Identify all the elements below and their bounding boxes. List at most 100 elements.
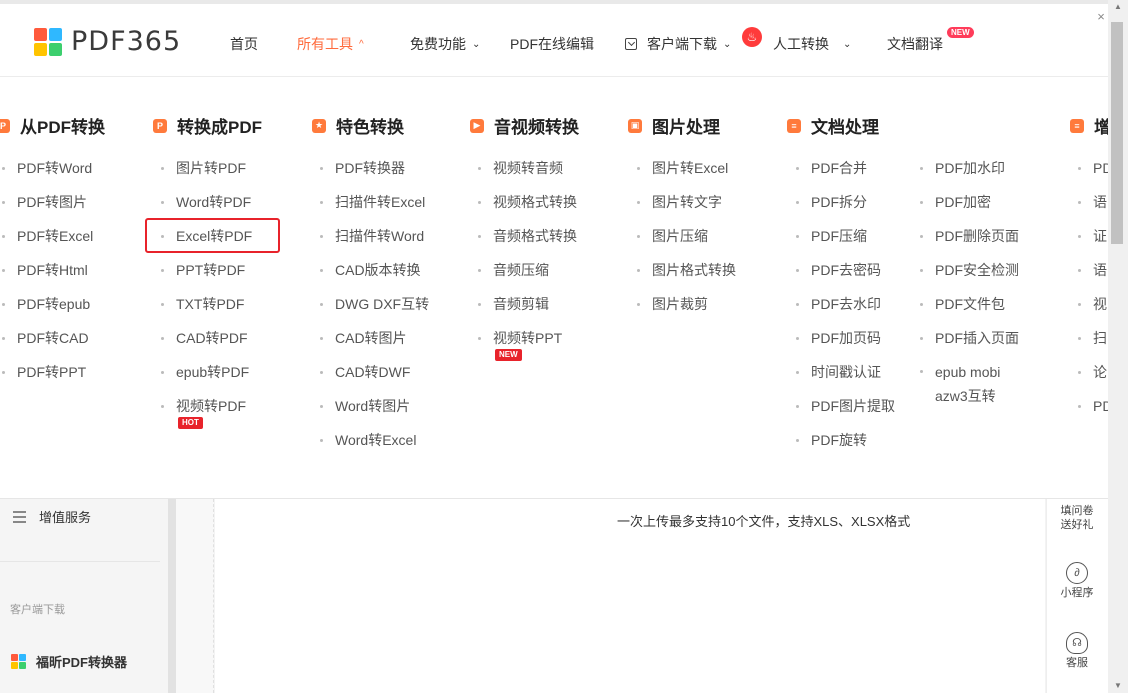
menu-item-pdf-to-epub[interactable]: PDF转epub xyxy=(1,293,93,327)
nav-free-features-label: 免费功能 xyxy=(410,36,466,52)
menu-item-pdf-encrypt[interactable]: PDF加密 xyxy=(920,191,1027,225)
menu-item-pdf-to-word[interactable]: PDF转Word xyxy=(1,157,93,191)
menu-item-image-format[interactable]: 图片格式转换 xyxy=(637,259,736,293)
menu-item-label: 视频转PPT xyxy=(493,330,563,346)
menu-item-image-to-pdf[interactable]: 图片转PDF xyxy=(160,157,252,191)
sidebar-scroll-track xyxy=(168,499,176,693)
menu-heading-value-added: ≡ 增 xyxy=(1070,113,1111,138)
pdf-convert-icon: P xyxy=(0,118,10,133)
menu-item-cad-version[interactable]: CAD版本转换 xyxy=(319,259,429,293)
menu-item-pdf-merge[interactable]: PDF合并 xyxy=(796,157,895,191)
menu-item-pdf-rotate[interactable]: PDF旋转 xyxy=(796,429,895,463)
menu-item-video-to-pdf[interactable]: 视频转PDF HOT xyxy=(160,395,252,429)
menu-item-pdf-add-watermark[interactable]: PDF加水印 xyxy=(920,157,1027,191)
document-icon: ≡ xyxy=(787,118,801,133)
menu-item-pdf-package[interactable]: PDF文件包 xyxy=(920,293,1027,327)
nav-manual-convert[interactable]: ♨ 人工转换 ⌄ xyxy=(742,27,852,56)
menu-heading-text: 特色转换 xyxy=(336,118,404,137)
menu-item-word-to-excel[interactable]: Word转Excel xyxy=(319,429,429,463)
menu-item-pdf-to-image[interactable]: PDF转图片 xyxy=(1,191,93,225)
menu-item-cad-to-dwf[interactable]: CAD转DWF xyxy=(319,361,429,395)
menu-item-pdf-to-excel[interactable]: PDF转Excel xyxy=(1,225,93,259)
sidebar-section-label: 客户端下载 xyxy=(10,604,65,616)
sidebar-item-fox-converter[interactable]: 福昕PDF转换器 xyxy=(11,652,127,671)
menu-item-pdf-converter[interactable]: PDF转换器 xyxy=(319,157,429,191)
scroll-down-icon[interactable]: ▼ xyxy=(1108,679,1128,693)
menu-item-pdf-split[interactable]: PDF拆分 xyxy=(796,191,895,225)
survey-button[interactable]: 填问卷送好礼 xyxy=(1046,504,1108,532)
sidebar-item-label: 福昕PDF转换器 xyxy=(36,655,128,670)
scroll-up-icon[interactable]: ▲ xyxy=(1108,0,1128,14)
menu-item-pdf-to-cad[interactable]: PDF转CAD xyxy=(1,327,93,361)
customer-service-button[interactable]: ☊ 客服 xyxy=(1046,632,1108,670)
menu-item-timestamp[interactable]: 时间戳认证 xyxy=(796,361,895,395)
nav-all-tools[interactable]: 所有工具 ^ xyxy=(297,32,364,56)
close-icon[interactable]: × xyxy=(1094,10,1108,24)
chevron-down-icon: ⌄ xyxy=(472,38,481,50)
menu-item-pdf-compress[interactable]: PDF压缩 xyxy=(796,225,895,259)
media-icon: ▶ xyxy=(470,118,484,133)
chevron-up-icon: ^ xyxy=(359,38,364,50)
menu-item-pdf-page-numbers[interactable]: PDF加页码 xyxy=(796,327,895,361)
to-pdf-icon: P xyxy=(153,118,167,133)
menu-item-word-to-image[interactable]: Word转图片 xyxy=(319,395,429,429)
page: PDF365 首页 所有工具 ^ 免费功能 ⌄ PDF在线编辑 客户端下载 ⌄ xyxy=(0,0,1128,693)
menu-item-audio-format[interactable]: 音频格式转换 xyxy=(478,225,577,259)
menu-heading-text: 文档处理 xyxy=(811,118,879,137)
menu-heading-text: 转换成PDF xyxy=(177,118,262,137)
menu-item-image-crop[interactable]: 图片裁剪 xyxy=(637,293,736,327)
upload-hint: 一次上传最多支持10个文件，支持XLS、XLSX格式 xyxy=(617,514,911,529)
nav-online-edit[interactable]: PDF在线编辑 xyxy=(510,32,594,56)
menu-item-pdf-to-html[interactable]: PDF转Html xyxy=(1,259,93,293)
menu-item-scan-to-excel[interactable]: 扫描件转Excel xyxy=(319,191,429,225)
nav-doc-translate[interactable]: 文档翻译 NEW xyxy=(887,27,974,56)
scrollbar-thumb[interactable] xyxy=(1111,22,1123,244)
menu-item-dwg-dxf[interactable]: DWG DXF互转 xyxy=(319,293,429,327)
menu-item-epub-to-pdf[interactable]: epub转PDF xyxy=(160,361,252,395)
menu-item-txt-to-pdf[interactable]: TXT转PDF xyxy=(160,293,252,327)
sidebar-item-value-added[interactable]: 增值服务 xyxy=(13,507,91,526)
menu-item-pdf-insert-pages[interactable]: PDF插入页面 xyxy=(920,327,1027,361)
nav-home[interactable]: 首页 xyxy=(230,32,258,56)
menu-list-to-pdf: 图片转PDF Word转PDF Excel转PDF PPT转PDF TXT转PD… xyxy=(160,157,252,429)
menu-list-media: 视频转音频 视频格式转换 音频格式转换 音频压缩 音频剪辑 视频转PPT NEW xyxy=(478,157,577,361)
menu-item-image-to-text[interactable]: 图片转文字 xyxy=(637,191,736,225)
menu-item-pdf-extract-images[interactable]: PDF图片提取 xyxy=(796,395,895,429)
menu-item-cad-to-pdf[interactable]: CAD转PDF xyxy=(160,327,252,361)
menu-item-pdf-security-check[interactable]: PDF安全检测 xyxy=(920,259,1027,293)
menu-item-image-to-excel[interactable]: 图片转Excel xyxy=(637,157,736,191)
menu-item-pdf-to-ppt[interactable]: PDF转PPT xyxy=(1,361,93,395)
menu-item-ebook-convert[interactable]: epub mobi azw3互转 xyxy=(920,360,1027,416)
mini-program-button[interactable]: ∂ 小程序 xyxy=(1046,562,1108,600)
menu-heading-image: ▣ 图片处理 xyxy=(628,113,720,138)
menu-item-pdf-remove-watermark[interactable]: PDF去水印 xyxy=(796,293,895,327)
sidebar-item-label: 增值服务 xyxy=(39,510,92,525)
menu-item-video-to-audio[interactable]: 视频转音频 xyxy=(478,157,577,191)
menu-heading-text: 图片处理 xyxy=(652,118,720,137)
menu-item-video-to-ppt[interactable]: 视频转PPT NEW xyxy=(478,327,577,361)
menu-item-image-compress[interactable]: 图片压缩 xyxy=(637,225,736,259)
menu-item-ppt-to-pdf[interactable]: PPT转PDF xyxy=(160,259,252,293)
new-badge: NEW xyxy=(947,27,974,38)
survey-label: 填问卷送好礼 xyxy=(1060,505,1094,531)
image-icon: ▣ xyxy=(628,118,642,133)
list-icon: ≡ xyxy=(1070,118,1084,133)
menu-item-audio-edit[interactable]: 音频剪辑 xyxy=(478,293,577,327)
menu-heading-to-pdf: P 转换成PDF xyxy=(153,113,262,138)
menu-heading-text: 音视频转换 xyxy=(494,118,579,137)
logo[interactable]: PDF365 xyxy=(34,26,181,57)
menu-item-video-format[interactable]: 视频格式转换 xyxy=(478,191,577,225)
menu-item-cad-to-image[interactable]: CAD转图片 xyxy=(319,327,429,361)
menu-item-pdf-remove-password[interactable]: PDF去密码 xyxy=(796,259,895,293)
nav-client-download[interactable]: 客户端下载 ⌄ xyxy=(625,32,731,56)
menu-item-scan-to-word[interactable]: 扫描件转Word xyxy=(319,225,429,259)
new-badge: NEW xyxy=(495,349,522,361)
nav-free-features[interactable]: 免费功能 ⌄ xyxy=(410,32,480,56)
menu-heading-media: ▶ 音视频转换 xyxy=(470,113,579,138)
chevron-down-icon: ⌄ xyxy=(843,38,852,50)
app-logo-icon xyxy=(11,654,26,669)
sidebar-divider xyxy=(0,561,160,562)
menu-item-pdf-delete-pages[interactable]: PDF删除页面 xyxy=(920,225,1027,259)
menu-heading-from-pdf: P 从PDF转换 xyxy=(0,113,105,138)
menu-item-audio-compress[interactable]: 音频压缩 xyxy=(478,259,577,293)
